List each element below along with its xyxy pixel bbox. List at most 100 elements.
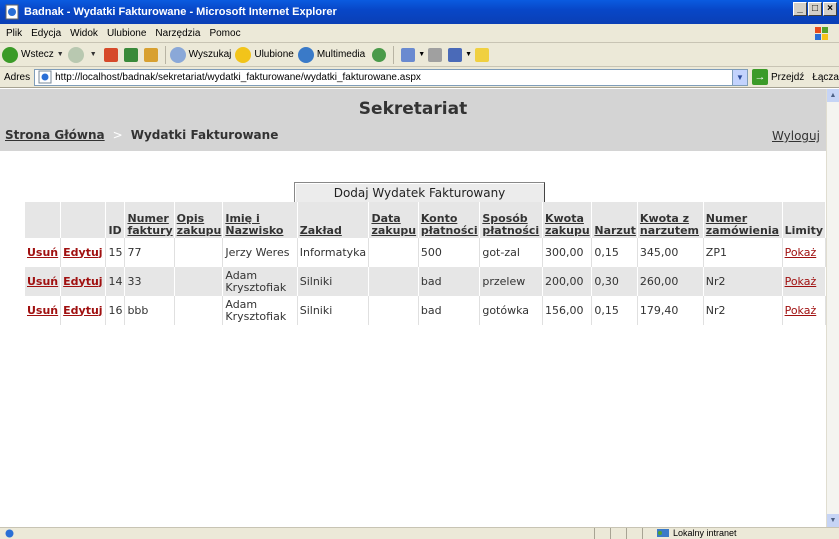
delete-cell: Usuń — [25, 296, 62, 325]
mail-icon[interactable] — [401, 47, 416, 62]
breadcrumb-current: Wydatki Fakturowane — [130, 128, 279, 142]
table-header-row: ID Numer faktury Opis zakupu Imię i Nazw… — [25, 202, 826, 238]
go-button[interactable]: → Przejdź — [751, 69, 804, 85]
header-name[interactable]: Imię i Nazwisko — [222, 202, 298, 238]
chevron-down-icon[interactable]: ▼ — [731, 69, 747, 85]
show-limits-link[interactable]: Pokaż — [785, 246, 817, 259]
cell-date — [368, 238, 419, 267]
menu-bar: Plik Edycja Widok Ulubione Narzędzia Pom… — [0, 24, 839, 43]
header-amount[interactable]: Kwota zakupu — [542, 202, 593, 238]
delete-cell: Usuń — [25, 238, 62, 267]
show-limits-link[interactable]: Pokaż — [785, 275, 817, 288]
links-button[interactable]: Łącza — [812, 72, 839, 83]
search-button[interactable]: Wyszukaj — [169, 46, 231, 63]
limits-cell: Pokaż — [782, 238, 826, 267]
menu-narzedzia[interactable]: Narzędzia — [155, 28, 200, 39]
menu-widok[interactable]: Widok — [70, 28, 98, 39]
minimize-button[interactable]: _ — [793, 2, 807, 16]
refresh-icon[interactable] — [123, 47, 138, 62]
page-header: Sekretariat Strona Główna > Wydatki Faktur… — [0, 89, 826, 151]
cell-order: ZP1 — [703, 238, 783, 267]
delete-cell: Usuń — [25, 267, 62, 296]
edit-cell: Edytuj — [60, 296, 107, 325]
header-total[interactable]: Kwota z narzutem — [637, 202, 704, 238]
menu-ulubione[interactable]: Ulubione — [107, 28, 146, 39]
scroll-down-icon[interactable]: ▼ — [827, 514, 839, 527]
chevron-down-icon: ▼ — [89, 51, 97, 58]
cell-department: Informatyka — [297, 238, 370, 267]
cell-markup: 0,15 — [591, 296, 638, 325]
home-icon[interactable] — [143, 47, 158, 62]
add-expense-button[interactable]: Dodaj Wydatek Fakturowany — [294, 182, 545, 204]
cell-id: 14 — [105, 267, 126, 296]
vertical-scrollbar[interactable]: ▲ ▼ — [826, 89, 839, 527]
chevron-down-icon: ▼ — [56, 51, 64, 58]
cell-account: bad — [418, 296, 481, 325]
delete-link[interactable]: Usuń — [27, 246, 58, 259]
media-icon — [297, 46, 314, 63]
stop-icon[interactable] — [103, 47, 118, 62]
ie-page-icon — [38, 70, 52, 84]
cell-description — [174, 296, 224, 325]
back-button[interactable]: Wstecz ▼ — [2, 46, 64, 63]
cell-name: Jerzy Weres — [222, 238, 298, 267]
menu-edycja[interactable]: Edycja — [31, 28, 61, 39]
cell-date — [368, 267, 419, 296]
cell-payment: got-zal — [479, 238, 543, 267]
logout-link[interactable]: Wyloguj — [772, 129, 820, 143]
ie-page-icon — [5, 4, 19, 20]
cell-amount: 300,00 — [542, 238, 593, 267]
header-department[interactable]: Zakład — [297, 202, 370, 238]
go-arrow-icon: → — [751, 69, 768, 85]
cell-date — [368, 296, 419, 325]
breadcrumb-home-link[interactable]: Strona Główna — [5, 128, 105, 142]
back-arrow-icon — [2, 46, 18, 63]
header-payment-account[interactable]: Konto płatności — [418, 202, 481, 238]
maximize-button[interactable]: □ — [808, 2, 822, 16]
header-markup[interactable]: Narzut — [591, 202, 638, 238]
cell-amount: 200,00 — [542, 267, 593, 296]
status-cell — [626, 528, 642, 539]
close-button[interactable]: × — [823, 2, 837, 16]
header-order-number[interactable]: Numer zamówienia — [703, 202, 783, 238]
cell-total: 345,00 — [637, 238, 704, 267]
header-invoice-number[interactable]: Numer faktury — [124, 202, 175, 238]
scroll-up-icon[interactable]: ▲ — [827, 89, 839, 102]
address-input[interactable]: http://localhost/badnak/sekretariat/wyda… — [34, 68, 748, 86]
show-limits-link[interactable]: Pokaż — [785, 304, 817, 317]
delete-link[interactable]: Usuń — [27, 275, 58, 288]
star-icon — [235, 46, 252, 63]
chevron-down-icon: ▼ — [465, 51, 473, 58]
forward-button[interactable]: ▼ — [67, 46, 97, 63]
history-icon[interactable] — [372, 47, 387, 62]
windows-logo-icon — [815, 27, 828, 40]
status-cell — [594, 528, 610, 539]
messenger-icon[interactable] — [475, 47, 490, 62]
edit-icon[interactable] — [448, 47, 463, 62]
cell-id: 15 — [105, 238, 126, 267]
menu-plik[interactable]: Plik — [6, 28, 22, 39]
breadcrumb: Strona Główna > Wydatki Fakturowane — [5, 128, 278, 142]
favorites-button[interactable]: Ulubione — [235, 46, 294, 63]
title-bar: Badnak - Wydatki Fakturowane - Microsoft… — [0, 0, 839, 24]
cell-payment: gotówka — [479, 296, 543, 325]
intranet-icon — [657, 529, 669, 537]
header-payment-method[interactable]: Sposób płatności — [479, 202, 543, 238]
page-content: Sekretariat Strona Główna > Wydatki Faktur… — [0, 89, 826, 527]
delete-link[interactable]: Usuń — [27, 304, 58, 317]
window-title: Badnak - Wydatki Fakturowane - Microsoft… — [24, 6, 337, 18]
table-row: Usuń Edytuj 16 bbb Adam Krysztofiak Siln… — [25, 296, 826, 325]
chevron-down-icon: ▼ — [418, 51, 426, 58]
address-bar: Adres http://localhost/badnak/sekretaria… — [0, 67, 839, 88]
menu-pomoc[interactable]: Pomoc — [209, 28, 240, 39]
edit-link[interactable]: Edytuj — [63, 246, 102, 259]
header-purchase-date[interactable]: Data zakupu — [368, 202, 419, 238]
multimedia-button[interactable]: Multimedia — [297, 46, 365, 63]
cell-markup: 0,30 — [591, 267, 638, 296]
toolbar: Wstecz ▼ ▼ Wyszukaj Ulubione Multimedia ▼… — [0, 43, 839, 67]
header-description[interactable]: Opis zakupu — [174, 202, 224, 238]
header-limits: Limity — [782, 202, 826, 238]
print-icon[interactable] — [428, 47, 443, 62]
edit-link[interactable]: Edytuj — [63, 275, 102, 288]
edit-link[interactable]: Edytuj — [63, 304, 102, 317]
